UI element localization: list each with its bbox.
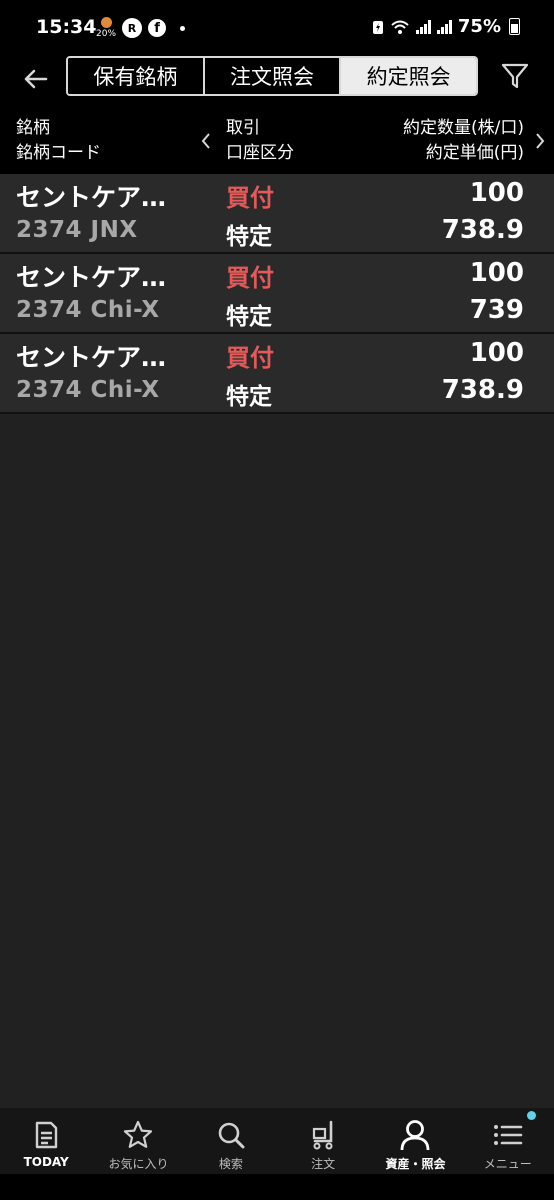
column-price-label: 約定単価(円) bbox=[425, 143, 524, 163]
tab-holdings[interactable]: 保有銘柄 bbox=[68, 58, 205, 94]
cart-icon bbox=[306, 1118, 340, 1152]
notification-icons: 20% R f bbox=[96, 17, 186, 39]
menu-icon bbox=[491, 1118, 525, 1152]
column-account-label: 口座区分 bbox=[226, 143, 294, 163]
stock-code: 2374 Chi-X bbox=[16, 377, 160, 403]
column-qty-label: 約定数量(株/口) bbox=[403, 118, 524, 138]
executed-quantity: 100 bbox=[469, 178, 524, 208]
nav-favorites[interactable]: お気に入り bbox=[92, 1108, 184, 1174]
trade-side: 買付 bbox=[226, 344, 274, 372]
segment-tabs: 保有銘柄 注文照会 約定照会 bbox=[66, 56, 478, 96]
account-type: 特定 bbox=[226, 304, 272, 330]
person-icon bbox=[398, 1118, 432, 1152]
executed-price: 738.9 bbox=[441, 375, 524, 405]
executed-quantity: 100 bbox=[469, 258, 524, 288]
nav-search[interactable]: 検索 bbox=[185, 1108, 277, 1174]
trade-side: 買付 bbox=[226, 184, 274, 212]
tab-execution-inquiry[interactable]: 約定照会 bbox=[341, 58, 476, 94]
nav-label: お気に入り bbox=[108, 1157, 169, 1171]
filter-button[interactable] bbox=[498, 60, 532, 92]
facebook-icon: f bbox=[148, 19, 167, 37]
stock-name: セントケア… bbox=[16, 183, 167, 212]
executed-price: 738.9 bbox=[441, 215, 524, 245]
stock-name: セントケア… bbox=[16, 343, 167, 372]
battery-percent: 75% bbox=[457, 16, 501, 37]
stock-code: 2374 JNX bbox=[16, 217, 138, 243]
signal-icon bbox=[415, 19, 431, 34]
search-icon bbox=[214, 1118, 248, 1152]
nav-label: 資産・照会 bbox=[385, 1157, 446, 1171]
chevron-right-icon bbox=[536, 133, 545, 149]
nav-label: 注文 bbox=[311, 1157, 336, 1171]
system-icons: 75% bbox=[372, 16, 520, 37]
more-notifications-icon bbox=[180, 25, 186, 31]
system-navigation-bar bbox=[0, 1174, 554, 1200]
nav-label: TODAY bbox=[23, 1155, 69, 1169]
header: 保有銘柄 注文照会 約定照会 bbox=[0, 56, 554, 106]
scroll-left-button[interactable] bbox=[200, 132, 212, 154]
account-type: 特定 bbox=[226, 384, 272, 410]
scroll-right-button[interactable] bbox=[534, 132, 546, 154]
column-trade: 取引 口座区分 bbox=[226, 116, 294, 166]
weather-pct: 20% bbox=[96, 29, 117, 39]
column-trade-label: 取引 bbox=[226, 118, 260, 138]
nav-menu[interactable]: メニュー bbox=[462, 1108, 554, 1174]
executed-quantity: 100 bbox=[469, 338, 524, 368]
nav-today[interactable]: TODAY bbox=[0, 1108, 92, 1174]
nav-order[interactable]: 注文 bbox=[277, 1108, 369, 1174]
column-quantity: 約定数量(株/口) 約定単価(円) bbox=[403, 116, 524, 166]
chevron-left-icon bbox=[201, 133, 210, 149]
status-time: 15:34 bbox=[36, 16, 97, 38]
status-bar: 15:34 20% R f 75% bbox=[0, 0, 554, 56]
table-row[interactable]: セントケア… 2374 Chi-X 買付 特定 100 739 bbox=[0, 254, 554, 334]
sun-icon bbox=[100, 17, 112, 28]
battery-icon bbox=[509, 18, 520, 35]
nav-assets-inquiry[interactable]: 資産・照会 bbox=[369, 1108, 461, 1174]
tab-order-inquiry[interactable]: 注文照会 bbox=[204, 58, 342, 94]
weather-icon: 20% bbox=[96, 17, 116, 39]
trade-side: 買付 bbox=[226, 264, 274, 292]
back-button[interactable] bbox=[20, 64, 50, 94]
nav-label: メニュー bbox=[483, 1157, 532, 1171]
back-arrow-icon bbox=[24, 69, 48, 89]
stock-name: セントケア… bbox=[16, 263, 167, 292]
star-icon bbox=[121, 1118, 155, 1152]
notification-badge bbox=[526, 1111, 536, 1120]
table-row[interactable]: セントケア… 2374 JNX 買付 特定 100 738.9 bbox=[0, 174, 554, 254]
executed-price: 739 bbox=[469, 295, 524, 325]
execution-list: セントケア… 2374 JNX 買付 特定 100 738.9 セントケア… 2… bbox=[0, 174, 554, 414]
bottom-nav: TODAY お気に入り 検索 注文 資産・照会 メニュー bbox=[0, 1108, 554, 1174]
filter-icon bbox=[501, 63, 529, 89]
account-type: 特定 bbox=[226, 224, 272, 250]
signal-icon-2 bbox=[436, 19, 452, 34]
stock-code: 2374 Chi-X bbox=[16, 297, 160, 323]
wifi-icon bbox=[391, 20, 409, 34]
newspaper-icon bbox=[29, 1118, 63, 1152]
nav-label: 検索 bbox=[218, 1157, 243, 1171]
column-header: 銘柄 銘柄コード 取引 口座区分 約定数量(株/口) 約定単価(円) bbox=[0, 106, 554, 174]
column-name: 銘柄 銘柄コード bbox=[16, 116, 101, 166]
battery-saver-icon bbox=[372, 20, 383, 34]
rakuten-icon: R bbox=[122, 18, 143, 38]
column-code-label: 銘柄コード bbox=[16, 143, 101, 163]
column-name-label: 銘柄 bbox=[16, 118, 50, 138]
table-row[interactable]: セントケア… 2374 Chi-X 買付 特定 100 738.9 bbox=[0, 334, 554, 414]
